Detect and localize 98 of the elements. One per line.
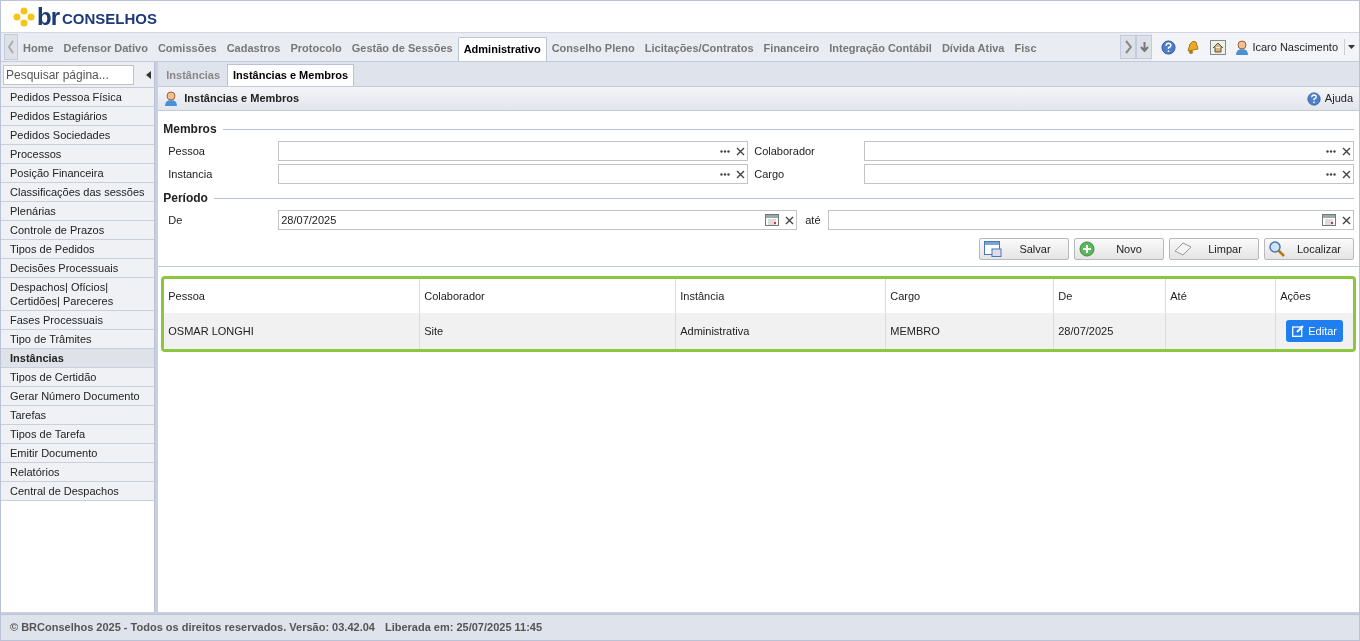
sidebar-item[interactable]: Decisões Processuais <box>1 259 155 278</box>
more-icon[interactable] <box>1326 172 1336 176</box>
logo-brand: br <box>37 4 59 29</box>
sidebar-item[interactable]: Classificações das sessões <box>1 183 155 202</box>
chevron-left-icon <box>8 40 14 54</box>
sidebar-item[interactable]: Relatórios <box>1 463 155 482</box>
lookup-field[interactable] <box>864 164 1354 184</box>
table-cell: MEMBRO <box>886 313 1055 349</box>
sidebar-item[interactable]: Fases Processuais <box>1 311 155 330</box>
clear-icon[interactable] <box>736 169 746 179</box>
nav-tab[interactable]: Comissões <box>152 36 222 60</box>
nav-tab[interactable]: Dívida Ativa <box>936 36 1010 60</box>
edit-icon <box>1292 325 1305 337</box>
sidebar-item[interactable]: Tarefas <box>1 406 155 425</box>
clear-icon[interactable] <box>736 146 746 156</box>
table-cell: Site <box>420 313 677 349</box>
sub-tab[interactable]: Instâncias e Membros <box>227 64 354 86</box>
sidebar-item[interactable]: Pedidos Pessoa Física <box>1 88 155 107</box>
sidebar-item[interactable]: Processos <box>1 145 155 164</box>
window-icon <box>984 241 1002 257</box>
logo-name: CONSELHOS <box>62 11 157 26</box>
sidebar-item[interactable]: Tipos de Tarefa <box>1 425 155 444</box>
date-field[interactable] <box>828 210 1354 230</box>
nav-tab[interactable]: Gestão de Sessões <box>346 36 458 60</box>
field-label: De <box>168 212 184 228</box>
new-button[interactable]: Novo <box>1074 238 1164 260</box>
home-icon[interactable] <box>1210 39 1227 55</box>
nav-tab[interactable]: Protocolo <box>285 36 347 60</box>
clear-icon[interactable] <box>1342 146 1351 156</box>
user-icon <box>1235 39 1250 55</box>
help-icon <box>1306 91 1321 106</box>
chevron-right-icon <box>1124 40 1132 54</box>
sidebar-item[interactable]: Controle de Prazos <box>1 221 155 240</box>
help-link[interactable]: Ajuda <box>1306 90 1353 107</box>
field-label: Instancia <box>168 166 214 182</box>
sidebar-item[interactable]: Plenárias <box>1 202 155 221</box>
sidebar-item[interactable]: Tipos de Certidão <box>1 368 155 387</box>
sidebar-item[interactable]: Emitir Documento <box>1 444 155 463</box>
edit-button[interactable]: Editar <box>1286 320 1343 342</box>
logo-icon <box>13 6 35 27</box>
search-icon <box>1269 241 1285 257</box>
sidebar-item[interactable]: Gerar Número Documento <box>1 387 155 406</box>
scroll-right-button[interactable] <box>1120 35 1137 59</box>
sidebar-item[interactable]: Tipos de Pedidos <box>1 240 155 259</box>
find-button[interactable]: Localizar <box>1264 238 1354 260</box>
nav-tab[interactable]: Home <box>18 36 59 60</box>
lookup-field[interactable] <box>278 141 749 161</box>
nav-tab[interactable]: Financeiro <box>758 36 825 60</box>
sidebar-item[interactable]: Pedidos Sociedades <box>1 126 155 145</box>
clear-icon[interactable] <box>1342 215 1351 225</box>
sidebar-item[interactable]: Posição Financeira <box>1 164 155 183</box>
collapse-icon[interactable] <box>146 70 151 79</box>
field-label: até <box>805 212 822 228</box>
nav-tab[interactable]: Licitações/Contratos <box>639 36 759 60</box>
nav-tab[interactable]: Administrativo <box>457 37 547 61</box>
section-legend: Período <box>163 189 208 207</box>
sidebar-item[interactable]: Tipo de Trâmites <box>1 330 155 349</box>
sidebar-item[interactable]: Central de Despachos <box>1 482 155 501</box>
release-date: Liberada em: 25/07/2025 11:45 <box>384 620 543 636</box>
save-button[interactable]: Salvar <box>979 238 1069 260</box>
more-icon[interactable] <box>720 172 731 176</box>
table-cell: OSMAR LONGHI <box>164 313 421 349</box>
plus-icon <box>1079 241 1095 257</box>
arrow-down-icon <box>1139 42 1149 52</box>
menu-down-button[interactable] <box>1136 35 1153 59</box>
table-cell: 28/07/2025 <box>1054 313 1167 349</box>
section-legend: Membros <box>163 120 217 138</box>
clear-button[interactable]: Limpar <box>1169 238 1259 260</box>
lookup-field[interactable] <box>278 164 749 184</box>
field-label: Cargo <box>754 166 786 182</box>
table-cell: Administrativa <box>676 313 887 349</box>
sidebar-item[interactable]: Pedidos Estagiários <box>1 107 155 126</box>
calendar-icon[interactable] <box>765 214 780 226</box>
calendar-icon[interactable] <box>1322 214 1336 226</box>
nav-tab[interactable]: Fisc <box>1009 36 1042 60</box>
search-field[interactable]: Pesquisar página... <box>3 64 134 85</box>
eraser-icon <box>1174 242 1192 256</box>
field-label: Pessoa <box>168 143 206 159</box>
nav-tab[interactable]: Integração Contábil <box>824 36 937 60</box>
caret-icon <box>1348 45 1355 49</box>
panel-title: Instâncias e Membros <box>184 91 300 107</box>
help-icon[interactable] <box>1161 39 1177 55</box>
nav-tab[interactable]: Cadastros <box>221 36 286 60</box>
status-text: © BRConselhos 2025 - Todos os direitos reservados. Versão: 03.42.04 <box>10 620 375 636</box>
clear-icon[interactable] <box>785 215 795 225</box>
sidebar-item[interactable]: Despachos| Ofícios| Certidões| Pareceres <box>1 278 155 311</box>
more-icon[interactable] <box>1326 149 1336 153</box>
user-icon <box>164 91 179 106</box>
more-icon[interactable] <box>720 149 731 153</box>
nav-tab[interactable]: Defensor Dativo <box>58 36 153 60</box>
field-label: Colaborador <box>754 143 816 159</box>
column-header: Ações <box>1279 288 1312 304</box>
nav-tab[interactable]: Conselho Pleno <box>546 36 640 60</box>
clear-icon[interactable] <box>1342 169 1351 179</box>
bell-icon[interactable] <box>1185 39 1202 55</box>
lookup-field[interactable] <box>864 141 1354 161</box>
date-field[interactable]: 28/07/2025 <box>278 210 798 230</box>
sidebar-item[interactable]: Instâncias <box>1 349 155 368</box>
